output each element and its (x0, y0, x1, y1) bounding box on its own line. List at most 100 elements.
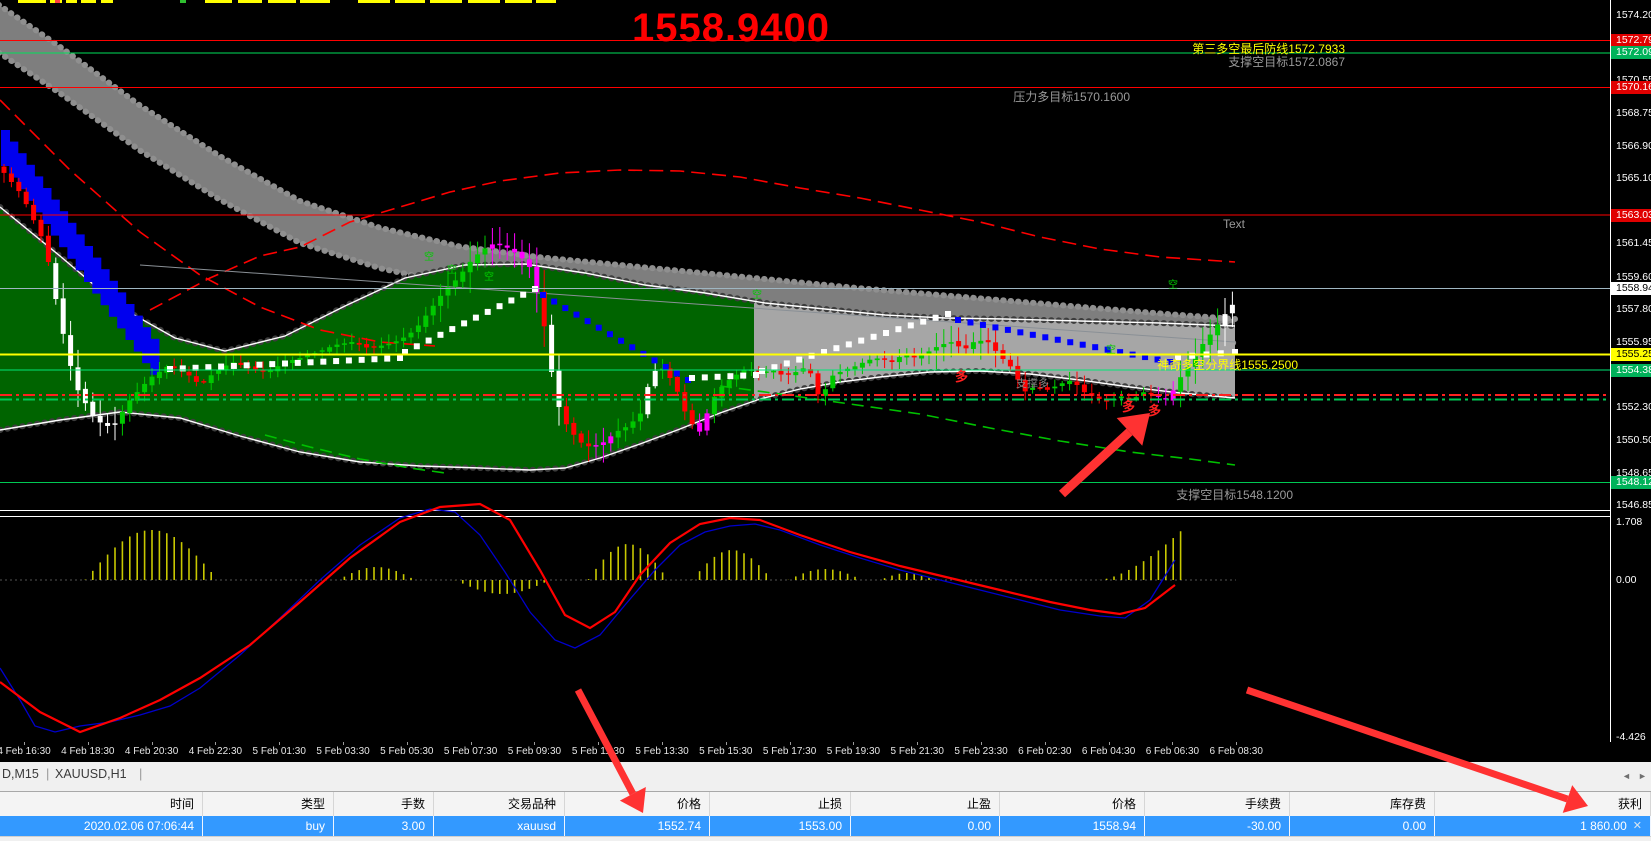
stair-dot (218, 364, 224, 370)
stair-dot (485, 309, 491, 315)
stair-dot (883, 330, 889, 336)
time-label: 6 Feb 06:30 (1146, 746, 1199, 757)
candle (76, 367, 81, 390)
table-header-类型[interactable]: 类型 (203, 792, 334, 816)
candle (934, 347, 939, 350)
cell-value: 1552.74 (658, 816, 701, 836)
candle (90, 402, 95, 416)
stair-dot (231, 363, 237, 369)
tab-scroll-left-icon[interactable]: ◄ (1622, 771, 1631, 781)
stair-dot (771, 364, 777, 370)
candle (201, 381, 206, 383)
candle (194, 376, 199, 382)
time-label: 5 Feb 23:30 (954, 746, 1007, 757)
stair-dot (753, 372, 759, 378)
table-header-交易品种[interactable]: 交易品种 (434, 792, 565, 816)
table-header-时间[interactable]: 时间 (0, 792, 203, 816)
stair-dot (629, 344, 635, 350)
stair-dot (674, 370, 680, 376)
table-header-价格[interactable]: 价格 (1000, 792, 1145, 816)
stair-dot (607, 331, 613, 337)
stair-dot (992, 324, 998, 330)
candle (675, 377, 680, 392)
time-tick (1236, 742, 1237, 745)
time-label: 6 Feb 08:30 (1210, 746, 1263, 757)
stair-dot (740, 373, 746, 379)
candle (890, 360, 895, 362)
candle (394, 341, 399, 343)
time-label: 6 Feb 02:30 (1018, 746, 1071, 757)
table-header-价格[interactable]: 价格 (565, 792, 710, 816)
price-badge-1554.38: 1554.38 (1611, 364, 1651, 377)
cell-value: 0.00 (968, 816, 991, 836)
blue-trend-bar (43, 188, 52, 224)
price-tick: 1557.80 (1611, 303, 1651, 315)
candle (142, 384, 147, 392)
candle (1030, 388, 1035, 390)
candle (1045, 387, 1050, 390)
candle (586, 443, 591, 446)
table-cell-价格: 1558.94 (1000, 816, 1145, 836)
candle (653, 371, 658, 386)
orders-table-header: 时间类型手数交易品种价格止损止盈价格手续费库存费获利 (0, 792, 1651, 816)
table-header-手续费[interactable]: 手续费 (1145, 792, 1290, 816)
table-cell-止盈: 0.00 (851, 816, 1000, 836)
candle (83, 389, 88, 403)
table-header-手数[interactable]: 手数 (334, 792, 434, 816)
chart-tab-d-m15[interactable]: D,M15 (2, 767, 39, 781)
stair-dot (205, 364, 211, 370)
blue-trend-bar (117, 292, 126, 328)
close-order-button[interactable]: ✕ (1633, 816, 1642, 836)
chart-tab-bar: D,M15XAUUSD,H1||◄► (0, 762, 1651, 792)
candle (298, 358, 303, 360)
candle (386, 344, 391, 346)
candle (645, 387, 650, 414)
stair-dot (895, 326, 901, 332)
candle (705, 413, 710, 430)
table-header-获利[interactable]: 获利 (1435, 792, 1651, 816)
candle (1008, 360, 1013, 367)
time-tick (279, 742, 280, 745)
candle (238, 363, 243, 365)
stair-dot (167, 366, 173, 372)
blue-trend-bar (76, 234, 85, 270)
chart-area[interactable]: 1558.9400 第三多空最后防线1572.7933支撑空目标1572.086… (0, 0, 1610, 742)
candle (830, 376, 835, 389)
tab-scroll-right-icon[interactable]: ► (1638, 771, 1647, 781)
blue-trend-bar (101, 269, 110, 305)
candle (919, 355, 924, 358)
time-label: 5 Feb 03:30 (316, 746, 369, 757)
candle (349, 342, 354, 344)
orders-table-row[interactable]: 2020.02.06 07:06:44buy3.00xauusd1552.741… (0, 816, 1651, 836)
chart-tab-xauusd-h1[interactable]: XAUUSD,H1 (55, 767, 127, 781)
price-tick: 1555.95 (1611, 336, 1651, 348)
indicator-tick: 0.00 (1611, 574, 1651, 586)
stair-dot (244, 362, 250, 368)
stair-dot (497, 303, 503, 309)
table-header-止损[interactable]: 止损 (710, 792, 851, 816)
candle (16, 182, 21, 191)
table-header-库存费[interactable]: 库存费 (1290, 792, 1435, 816)
bollinger-green-dashed (720, 386, 1235, 465)
candle (490, 244, 495, 248)
candle (816, 373, 821, 394)
candle (505, 246, 510, 248)
cell-value: 2020.02.06 07:06:44 (84, 816, 194, 836)
stair-dot (596, 325, 602, 331)
price-axis: 1574.201572.791572.091570.551570.161568.… (1610, 0, 1651, 742)
candle (1075, 381, 1080, 385)
candle (875, 358, 880, 360)
stair-dot (1092, 344, 1098, 350)
table-header-止盈[interactable]: 止盈 (851, 792, 1000, 816)
candle (305, 356, 310, 358)
candle (31, 205, 36, 220)
candle (364, 344, 369, 347)
blue-trend-bar (134, 316, 143, 352)
candle (327, 347, 332, 351)
time-tick (853, 742, 854, 745)
price-tick: 1561.45 (1611, 237, 1651, 249)
candle (468, 262, 473, 272)
stair-dot (663, 364, 669, 370)
price-chart-canvas[interactable] (0, 0, 1610, 742)
candle (579, 434, 584, 443)
